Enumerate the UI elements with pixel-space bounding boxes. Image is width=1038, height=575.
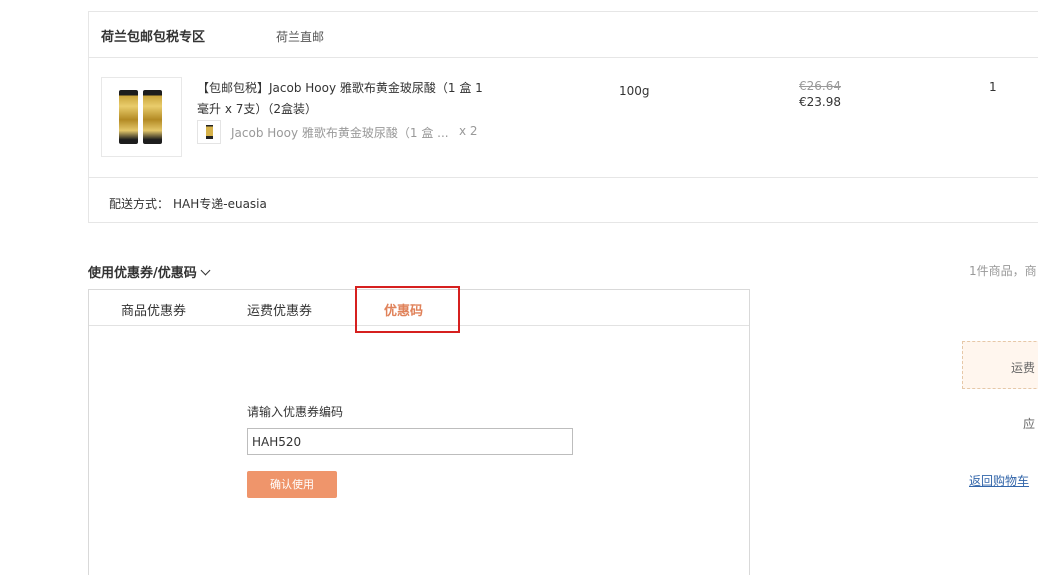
product-title[interactable]: 【包邮包税】Jacob Hooy 雅歌布黄金玻尿酸（1 盒 1 毫升 x 7支）… xyxy=(197,78,495,120)
shipping-method-label: 配送方式： xyxy=(109,197,170,211)
ship-from-label: 荷兰直邮 xyxy=(276,30,325,44)
sub-item-quantity: x 2 xyxy=(459,124,478,138)
sub-item-thumbnail xyxy=(197,120,221,144)
coupon-tab-bar: 商品优惠券 运费优惠券 优惠码 xyxy=(89,290,749,326)
promo-code-label: 请输入优惠券编码 xyxy=(247,405,344,419)
sub-item-name: Jacob Hooy 雅歌布黄金玻尿酸（1 盒 ... xyxy=(231,126,449,140)
product-image-box-right xyxy=(143,90,162,144)
coupon-section-toggle[interactable]: 使用优惠券/优惠码 xyxy=(88,262,211,281)
coupon-section-title: 使用优惠券/优惠码 xyxy=(88,266,197,281)
original-price: €26.64 xyxy=(799,79,841,93)
product-spec: 100g xyxy=(619,84,650,98)
order-header: 荷兰包邮包税专区 荷兰直邮 xyxy=(89,12,1038,58)
product-quantity: 1 xyxy=(989,80,997,94)
product-thumbnail[interactable] xyxy=(101,77,182,157)
current-price: €23.98 xyxy=(799,95,841,109)
tab-promo-code[interactable]: 优惠码 xyxy=(384,300,423,319)
coupon-panel: 商品优惠券 运费优惠券 优惠码 请输入优惠券编码 确认使用 xyxy=(88,286,750,575)
promo-code-input[interactable] xyxy=(247,428,573,455)
chevron-down-icon xyxy=(200,265,211,276)
tab-product-coupon[interactable]: 商品优惠券 xyxy=(121,300,186,319)
shop-name[interactable]: 荷兰包邮包税专区 xyxy=(101,26,205,45)
product-image-box-left xyxy=(119,90,138,144)
shipping-method-value: HAH专递-euasia xyxy=(173,197,267,211)
freight-notice-text: 运费 xyxy=(1011,361,1036,375)
order-summary-text: 1件商品，商 xyxy=(969,264,1037,278)
freight-notice-box: 运费 xyxy=(962,341,1038,389)
order-card: 荷兰包邮包税专区 荷兰直邮 【包邮包税】Jacob Hooy 雅歌布黄金玻尿酸（… xyxy=(88,11,1038,223)
payable-amount-label: 应 xyxy=(1023,417,1036,431)
tab-shipping-coupon[interactable]: 运费优惠券 xyxy=(247,300,312,319)
back-to-cart-link[interactable]: 返回购物车 xyxy=(969,472,1029,489)
shipping-method-row: 配送方式： HAH专递-euasia xyxy=(89,177,1038,223)
confirm-use-button[interactable]: 确认使用 xyxy=(247,471,337,498)
